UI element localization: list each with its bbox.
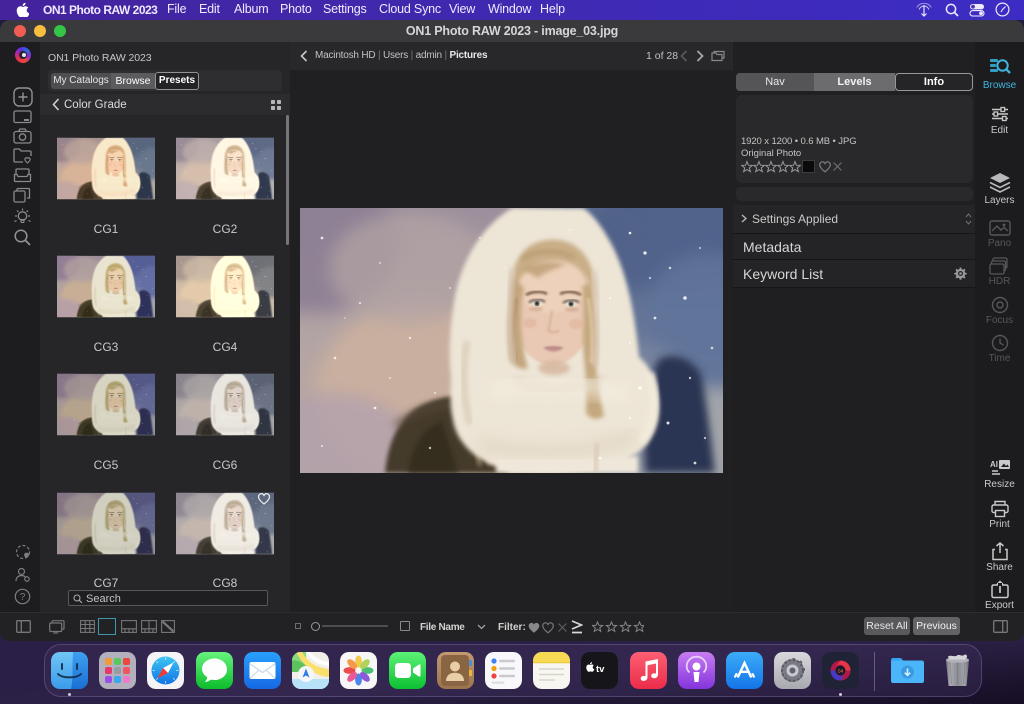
svg-text:?: ? — [20, 592, 26, 603]
svg-text:AI: AI — [990, 460, 998, 469]
svg-text:04: 04 — [837, 669, 843, 675]
svg-text:tv: tv — [596, 664, 605, 675]
